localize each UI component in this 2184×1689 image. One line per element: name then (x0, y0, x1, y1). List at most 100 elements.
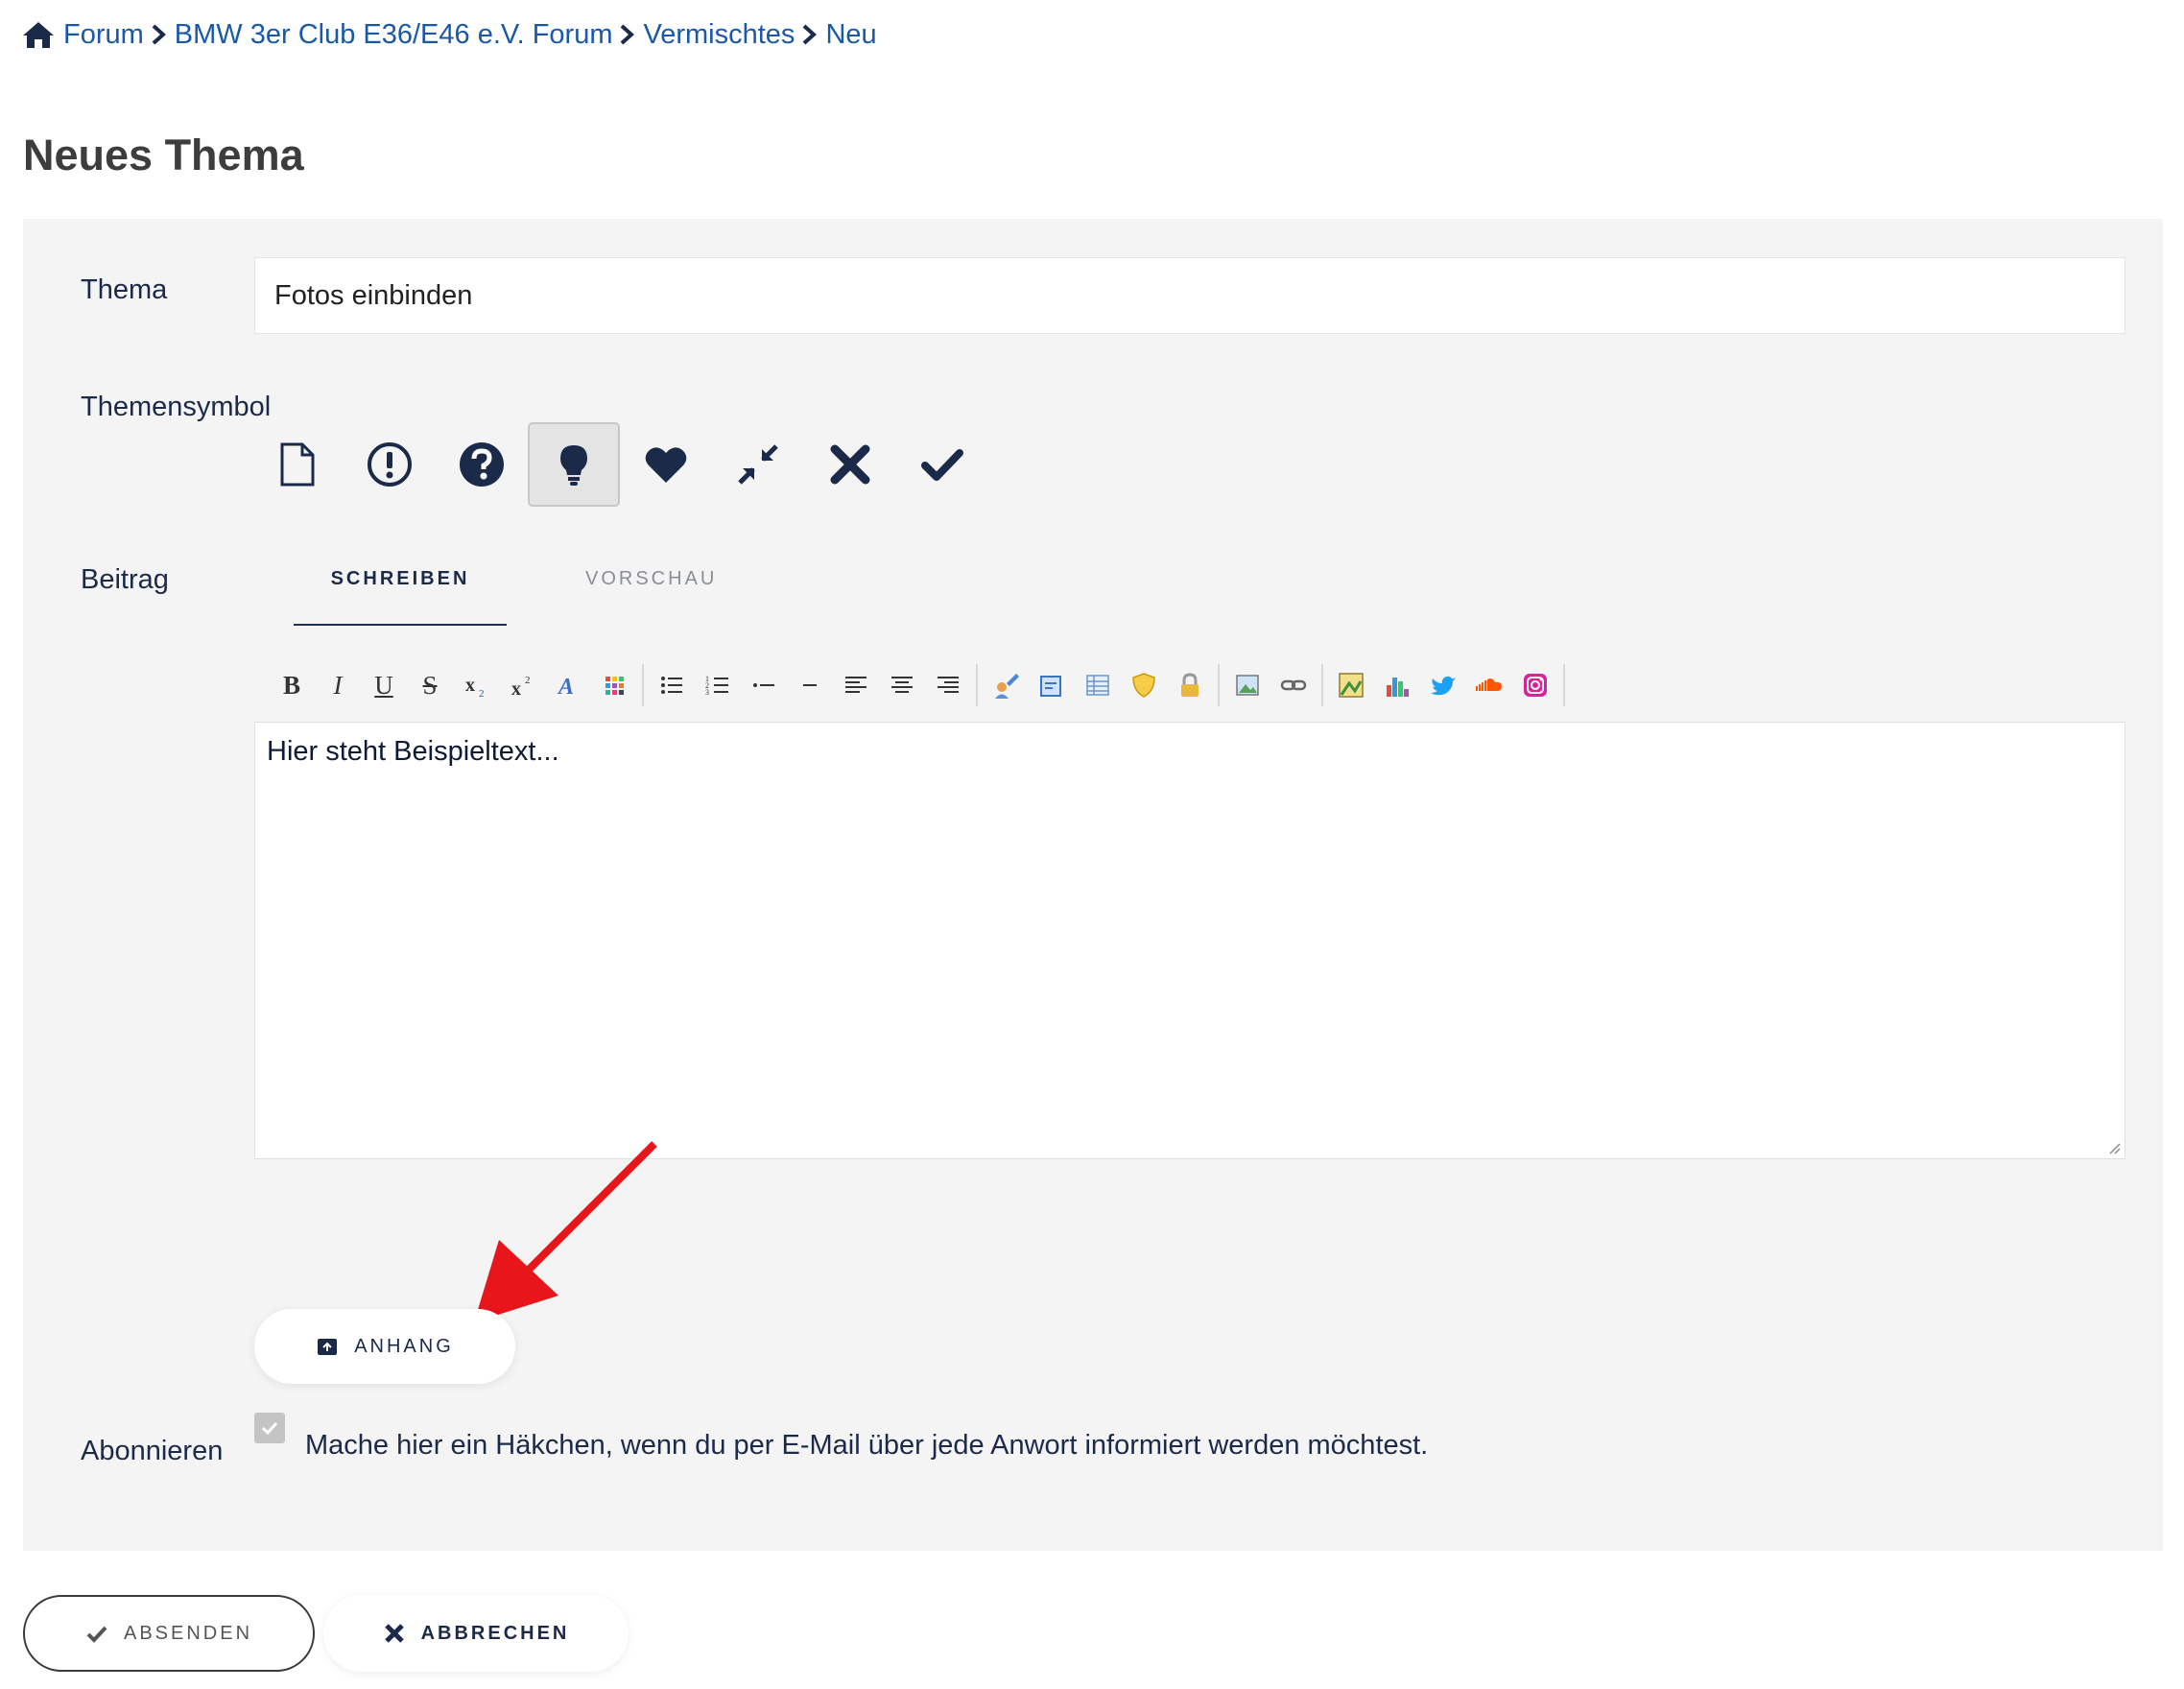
breadcrumb-forum[interactable]: Forum (63, 19, 144, 51)
image-icon (1236, 675, 1259, 696)
image-button[interactable] (1224, 664, 1270, 706)
toolbar-separator (1218, 664, 1220, 706)
instagram-button[interactable] (1512, 664, 1558, 706)
svg-text:2: 2 (479, 688, 485, 700)
tab-schreiben[interactable]: SCHREIBEN (294, 568, 507, 626)
subscribe-checkbox[interactable] (254, 1413, 285, 1443)
resize-handle-icon[interactable] (2105, 1139, 2121, 1154)
font-button[interactable]: A (545, 664, 591, 706)
underline-button[interactable]: U (361, 664, 407, 706)
superscript-icon: x2 (511, 675, 531, 700)
bullet-list-button[interactable] (649, 664, 695, 706)
attachment-label: ANHANG (354, 1335, 454, 1357)
thema-input[interactable]: Fotos einbinden (254, 257, 2125, 334)
editor-content: Hier steht Beispieltext... (267, 736, 559, 767)
document-icon (280, 442, 315, 487)
symbol-compress[interactable] (712, 422, 804, 507)
gallery-button[interactable] (1328, 664, 1374, 706)
color-palette-icon (605, 677, 624, 695)
align-left-icon (845, 677, 866, 693)
symbol-question[interactable] (436, 422, 528, 507)
align-left-button[interactable] (833, 664, 879, 706)
superscript-button[interactable]: x2 (499, 664, 545, 706)
soundcloud-icon (1476, 678, 1502, 691)
lightbulb-icon (560, 445, 587, 486)
beitrag-label: Beitrag (81, 564, 169, 595)
home-icon[interactable] (21, 19, 56, 50)
strikethrough-button[interactable]: S (407, 664, 453, 706)
check-icon (86, 1626, 107, 1643)
twitter-icon (1431, 676, 1456, 696)
list-item-button[interactable] (741, 664, 787, 706)
check-icon (921, 449, 963, 481)
spoiler-button[interactable] (983, 664, 1029, 706)
breadcrumb-club-forum[interactable]: BMW 3er Club E36/E46 e.V. Forum (175, 19, 613, 51)
horizontal-rule-icon (803, 684, 817, 686)
italic-button[interactable]: I (315, 664, 361, 706)
attachment-button[interactable]: ANHANG (254, 1309, 515, 1384)
toolbar-separator (642, 664, 644, 706)
submit-button[interactable]: ABSENDEN (23, 1595, 315, 1672)
check-icon (261, 1421, 278, 1436)
symbol-check[interactable] (896, 422, 988, 507)
symbol-document[interactable] (251, 422, 344, 507)
subscript-icon: x2 (465, 675, 485, 700)
themensymbol-label: Themensymbol (81, 392, 272, 422)
topic-icon-picker (251, 422, 988, 511)
bold-button[interactable]: B (269, 664, 315, 706)
breadcrumb-neu[interactable]: Neu (825, 19, 876, 51)
chevron-right-icon (803, 24, 818, 45)
horizontal-rule-button[interactable] (787, 664, 833, 706)
chart-button[interactable] (1374, 664, 1420, 706)
quote-button[interactable] (1029, 664, 1075, 706)
tab-vorschau[interactable]: VORSCHAU (585, 568, 717, 590)
quote-icon (1040, 676, 1061, 697)
cancel-label: ABBRECHEN (420, 1622, 570, 1644)
align-right-icon (938, 677, 959, 693)
cancel-button[interactable]: ABBRECHEN (323, 1595, 629, 1672)
breadcrumb: Forum BMW 3er Club E36/E46 e.V. Forum Ve… (21, 13, 877, 56)
chevron-right-icon (152, 24, 166, 45)
svg-text:x: x (511, 678, 521, 700)
toolbar-separator (976, 664, 978, 706)
lock-button[interactable] (1167, 664, 1213, 706)
lock-icon (1181, 673, 1199, 697)
symbol-lightbulb[interactable] (528, 422, 620, 507)
thema-label: Thema (81, 274, 168, 305)
breadcrumb-vermischtes[interactable]: Vermischtes (643, 19, 795, 51)
soundcloud-button[interactable] (1466, 664, 1512, 706)
symbol-x[interactable] (804, 422, 896, 507)
align-right-button[interactable] (925, 664, 971, 706)
svg-text:x: x (465, 675, 475, 696)
bullet-list-icon (661, 677, 682, 694)
symbol-heart[interactable] (620, 422, 712, 507)
chevron-right-icon (621, 24, 635, 45)
numbered-list-button[interactable]: 123 (695, 664, 741, 706)
user-edit-icon (995, 674, 1019, 699)
list-item-icon (753, 683, 774, 687)
twitter-button[interactable] (1420, 664, 1466, 706)
hide-button[interactable] (1121, 664, 1167, 706)
post-editor[interactable]: Hier steht Beispieltext... (254, 722, 2125, 1159)
table-button[interactable] (1075, 664, 1121, 706)
question-circle-icon (460, 442, 504, 487)
svg-text:A: A (557, 675, 574, 700)
svg-text:2: 2 (525, 675, 531, 686)
table-icon (1086, 675, 1109, 696)
align-center-button[interactable] (879, 664, 925, 706)
bar-chart-icon (1387, 678, 1409, 697)
align-center-icon (891, 677, 913, 693)
page-title: Neues Thema (23, 131, 304, 179)
color-button[interactable] (591, 664, 637, 706)
link-icon (1280, 679, 1307, 691)
gallery-icon (1339, 673, 1364, 698)
instagram-icon (1524, 674, 1547, 697)
editor-toolbar: B I U S x2 x2 A 123 (269, 662, 1570, 708)
red-arrow-annotation (474, 1141, 657, 1322)
link-button[interactable] (1270, 664, 1317, 706)
subscript-button[interactable]: x2 (453, 664, 499, 706)
upload-box-icon (318, 1339, 338, 1355)
submit-label: ABSENDEN (123, 1622, 253, 1644)
font-icon: A (557, 675, 574, 700)
symbol-exclamation[interactable] (344, 422, 436, 507)
